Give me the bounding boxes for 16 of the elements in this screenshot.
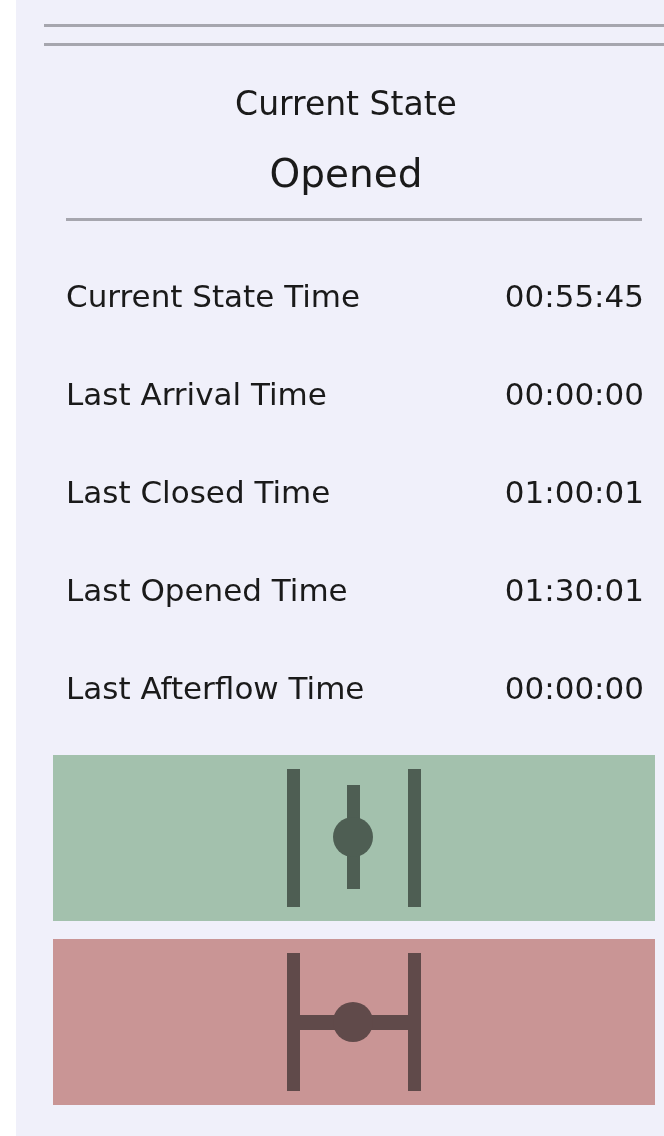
close-valve-button[interactable]: [53, 939, 655, 1105]
time-value: 00:55:45: [504, 277, 644, 316]
time-label: Last Arrival Time: [66, 375, 328, 414]
time-label: Last Closed Time: [66, 473, 332, 512]
time-value: 00:00:00: [504, 669, 644, 708]
open-valve-button[interactable]: [53, 755, 655, 921]
time-value: 00:00:00: [504, 375, 644, 414]
section-title: Current State: [234, 84, 458, 123]
time-label: Last Opened Time: [66, 571, 349, 610]
time-label: Last Afterflow Time: [66, 669, 366, 708]
open-valve-icon: [287, 769, 421, 907]
time-value: 01:30:01: [504, 571, 644, 610]
time-label: Current State Time: [66, 277, 362, 316]
closed-valve-icon: [287, 953, 421, 1091]
state-value: Opened: [268, 151, 424, 196]
time-value: 01:00:01: [504, 473, 644, 512]
